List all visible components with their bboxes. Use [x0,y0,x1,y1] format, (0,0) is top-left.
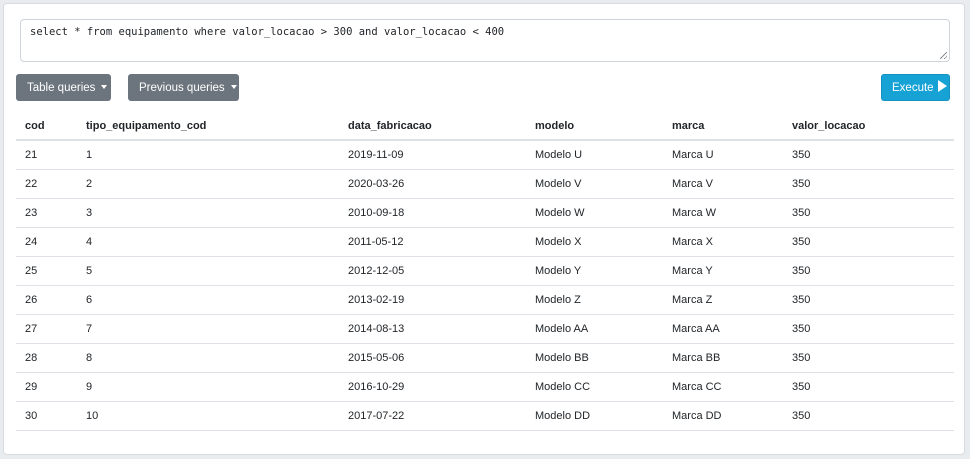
column-header-marca: marca [663,112,783,141]
resize-grip-icon[interactable] [940,52,947,59]
cell-data-fabricacao: 2019-11-09 [339,140,526,170]
cell-tipo-equipamento-cod: 9 [77,372,339,402]
cell-cod: 28 [16,343,77,373]
cell-tipo-equipamento-cod: 4 [77,227,339,257]
table-header-row: cod tipo_equipamento_cod data_fabricacao… [16,112,954,141]
cell-modelo: Modelo V [526,169,663,199]
column-header-cod: cod [16,112,77,141]
cell-modelo: Modelo Z [526,285,663,315]
results-table: cod tipo_equipamento_cod data_fabricacao… [16,112,954,431]
cell-data-fabricacao: 2010-09-18 [339,198,526,228]
cell-marca: Marca X [663,227,783,257]
cell-valor-locacao: 350 [783,169,954,199]
cell-marca: Marca DD [663,401,783,431]
cell-valor-locacao: 350 [783,140,954,170]
table-row: 23 3 2010-09-18 Modelo W Marca W 350 [16,198,954,228]
cell-marca: Marca AA [663,314,783,344]
cell-data-fabricacao: 2017-07-22 [339,401,526,431]
cell-tipo-equipamento-cod: 5 [77,256,339,286]
cell-tipo-equipamento-cod: 1 [77,140,339,170]
table-row: 25 5 2012-12-05 Modelo Y Marca Y 350 [16,256,954,286]
caret-down-icon [101,85,108,89]
cell-data-fabricacao: 2020-03-26 [339,169,526,199]
cell-marca: Marca CC [663,372,783,402]
cell-modelo: Modelo X [526,227,663,257]
cell-marca: Marca U [663,140,783,170]
cell-data-fabricacao: 2013-02-19 [339,285,526,315]
execute-button[interactable]: Execute [881,74,950,101]
cell-data-fabricacao: 2011-05-12 [339,227,526,257]
cell-valor-locacao: 350 [783,198,954,228]
cell-tipo-equipamento-cod: 7 [77,314,339,344]
play-icon [937,80,947,92]
cell-marca: Marca W [663,198,783,228]
cell-valor-locacao: 350 [783,401,954,431]
table-queries-button[interactable]: Table queries [16,74,111,101]
previous-queries-button[interactable]: Previous queries [128,74,239,101]
cell-cod: 24 [16,227,77,257]
cell-valor-locacao: 350 [783,285,954,315]
table-row: 30 10 2017-07-22 Modelo DD Marca DD 350 [16,401,954,431]
query-panel: select * from equipamento where valor_lo… [3,3,965,455]
execute-label: Execute [892,82,934,94]
cell-modelo: Modelo AA [526,314,663,344]
table-row: 28 8 2015-05-06 Modelo BB Marca BB 350 [16,343,954,373]
cell-valor-locacao: 350 [783,314,954,344]
cell-tipo-equipamento-cod: 10 [77,401,339,431]
cell-cod: 26 [16,285,77,315]
cell-data-fabricacao: 2015-05-06 [339,343,526,373]
cell-tipo-equipamento-cod: 6 [77,285,339,315]
cell-modelo: Modelo BB [526,343,663,373]
cell-cod: 30 [16,401,77,431]
cell-valor-locacao: 350 [783,343,954,373]
cell-marca: Marca Z [663,285,783,315]
cell-marca: Marca V [663,169,783,199]
column-header-modelo: modelo [526,112,663,141]
cell-valor-locacao: 350 [783,256,954,286]
caret-down-icon [230,85,237,89]
cell-tipo-equipamento-cod: 8 [77,343,339,373]
cell-valor-locacao: 350 [783,227,954,257]
cell-tipo-equipamento-cod: 3 [77,198,339,228]
cell-marca: Marca BB [663,343,783,373]
table-row: 26 6 2013-02-19 Modelo Z Marca Z 350 [16,285,954,315]
cell-cod: 22 [16,169,77,199]
previous-queries-label: Previous queries [139,82,225,94]
cell-data-fabricacao: 2012-12-05 [339,256,526,286]
column-header-data-fabricacao: data_fabricacao [339,112,526,141]
column-header-tipo-equipamento-cod: tipo_equipamento_cod [77,112,339,141]
cell-modelo: Modelo CC [526,372,663,402]
table-row: 27 7 2014-08-13 Modelo AA Marca AA 350 [16,314,954,344]
cell-data-fabricacao: 2014-08-13 [339,314,526,344]
cell-cod: 25 [16,256,77,286]
cell-valor-locacao: 350 [783,372,954,402]
cell-modelo: Modelo U [526,140,663,170]
query-text[interactable]: select * from equipamento where valor_lo… [30,26,504,38]
cell-cod: 29 [16,372,77,402]
table-queries-label: Table queries [27,82,96,94]
table-row: 29 9 2016-10-29 Modelo CC Marca CC 350 [16,372,954,402]
query-textarea[interactable]: select * from equipamento where valor_lo… [20,19,950,62]
cell-modelo: Modelo W [526,198,663,228]
table-row: 21 1 2019-11-09 Modelo U Marca U 350 [16,140,954,170]
table-row: 24 4 2011-05-12 Modelo X Marca X 350 [16,227,954,257]
table-row: 22 2 2020-03-26 Modelo V Marca V 350 [16,169,954,199]
cell-marca: Marca Y [663,256,783,286]
cell-tipo-equipamento-cod: 2 [77,169,339,199]
column-header-valor-locacao: valor_locacao [783,112,954,141]
cell-cod: 27 [16,314,77,344]
cell-cod: 23 [16,198,77,228]
cell-modelo: Modelo DD [526,401,663,431]
cell-modelo: Modelo Y [526,256,663,286]
cell-cod: 21 [16,140,77,170]
cell-data-fabricacao: 2016-10-29 [339,372,526,402]
